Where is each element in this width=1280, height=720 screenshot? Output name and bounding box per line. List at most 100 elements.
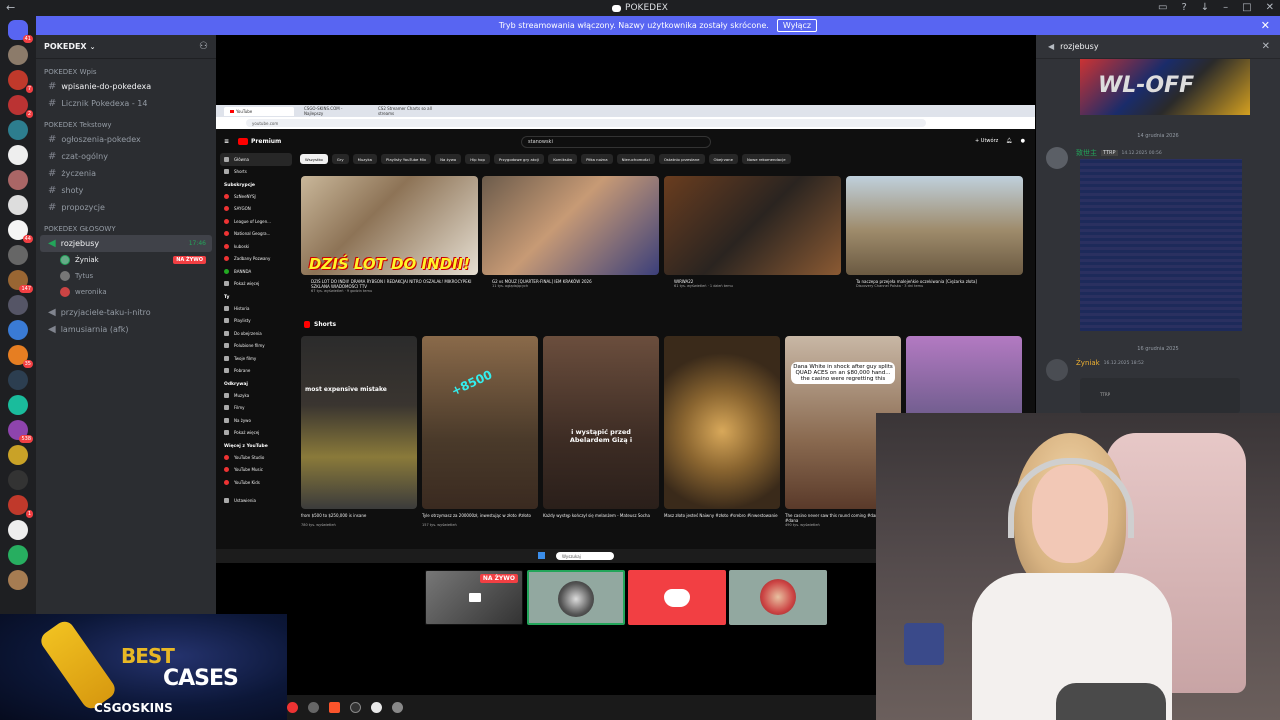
invite-people-icon[interactable]: ⚇: [199, 41, 208, 52]
avatar[interactable]: ●: [1021, 138, 1025, 144]
direct-messages-icon[interactable]: 41: [8, 20, 33, 43]
server-icon[interactable]: [8, 520, 28, 540]
sidebar-item-home[interactable]: Główna: [220, 153, 292, 166]
server-icon[interactable]: [8, 295, 28, 315]
short-card[interactable]: most expensive mistake from $500 to $250…: [301, 336, 417, 527]
server-icon[interactable]: [8, 395, 28, 415]
server-icon[interactable]: 538: [8, 420, 33, 443]
server-icon[interactable]: [8, 170, 28, 190]
sidebar-item-your-videos[interactable]: Twoje filmy: [216, 352, 296, 365]
chip[interactable]: Muzyka: [352, 154, 377, 164]
sidebar-item-liked[interactable]: Polubione filmy: [216, 340, 296, 353]
server-icon[interactable]: 7: [8, 70, 33, 93]
sidebar-sub[interactable]: League of Legen...: [216, 215, 296, 228]
video-title[interactable]: DZIŚ LOT DO INDII! DRAMA RYBSON I REDAKC…: [301, 279, 478, 289]
taskbar-app-icon[interactable]: [350, 702, 361, 713]
channel-zyczenia[interactable]: # życzenia: [40, 165, 212, 182]
chat-image-wl-off[interactable]: WL-OFF: [1080, 59, 1250, 115]
sidebar-sub[interactable]: BANNDA: [216, 265, 296, 278]
server-icon[interactable]: [8, 120, 28, 140]
windows-start-icon[interactable]: [538, 552, 545, 559]
chip[interactable]: Obejrzane: [708, 154, 738, 164]
chip[interactable]: Ostatnio przesłane: [658, 154, 705, 164]
sidebar-item-settings[interactable]: Ustawienia: [216, 495, 296, 508]
taskbar-app-icon[interactable]: [287, 702, 298, 713]
server-icon[interactable]: [8, 470, 28, 490]
chip[interactable]: Komiksów: [548, 154, 578, 164]
chip[interactable]: Nowe rekomendacje: [741, 154, 791, 164]
video-thumbnail[interactable]: [482, 176, 659, 275]
channel-wpisanie-do-pokedexa[interactable]: # wpisanie-do-pokedexa: [40, 78, 212, 95]
message-image-grid[interactable]: [1080, 159, 1242, 331]
channel-ogloszenia[interactable]: # ogłoszenia-pokedex: [40, 131, 212, 148]
short-title[interactable]: from $500 to $250,000 is insane: [301, 513, 417, 523]
video-thumbnail[interactable]: [846, 176, 1023, 275]
maximize-icon[interactable]: □: [1242, 2, 1251, 13]
author-name[interactable]: 致世主: [1076, 148, 1097, 158]
chip[interactable]: Gry: [331, 154, 349, 164]
server-icon[interactable]: 35: [8, 345, 33, 368]
category-pokedex-glosowy[interactable]: POKEDEX GŁOSOWY: [36, 216, 216, 235]
participant-tile-discord[interactable]: [628, 570, 726, 625]
server-icon[interactable]: [8, 245, 28, 265]
bell-icon[interactable]: 🔔︎: [1006, 138, 1012, 144]
short-title[interactable]: Masz złoto jesteś Naiwny #złoto #srebro …: [664, 513, 780, 523]
inbox-icon[interactable]: ▭: [1158, 2, 1167, 13]
channel-propozycje[interactable]: # propozycje: [40, 199, 212, 216]
brave-icon[interactable]: [329, 702, 340, 713]
sidebar-you-header[interactable]: Ty: [216, 290, 296, 302]
server-icon[interactable]: 2: [8, 95, 33, 118]
short-title[interactable]: Tyle otrzymasz za 200000zł, inwestując w…: [422, 513, 538, 523]
url-input[interactable]: youtube.com: [246, 119, 926, 127]
sidebar-item-downloads[interactable]: Pobrane: [216, 365, 296, 378]
server-icon[interactable]: 1: [8, 495, 33, 518]
taskbar-app-icon[interactable]: [308, 702, 319, 713]
chip[interactable]: Nieruchomości: [616, 154, 655, 164]
browser-tab-youtube[interactable]: YouTube: [224, 106, 294, 116]
chip[interactable]: Wszystko: [300, 154, 328, 164]
taskbar-app-icon[interactable]: [371, 702, 382, 713]
server-icon[interactable]: 44: [8, 220, 33, 243]
voice-channel-rozjebusy[interactable]: ◀ rozjebusy 17:46: [40, 235, 212, 252]
sidebar-sub[interactable]: kuboski: [216, 240, 296, 253]
server-icon[interactable]: [8, 445, 28, 465]
sidebar-sub[interactable]: SzNeeNYSJ: [216, 190, 296, 203]
short-thumbnail[interactable]: +8500: [422, 336, 538, 509]
hamburger-icon[interactable]: ≡: [224, 138, 229, 145]
participant-tile-weronika[interactable]: [729, 570, 827, 625]
sidebar-item-watch-later[interactable]: Do obejrzenia: [216, 327, 296, 340]
short-thumbnail[interactable]: [664, 336, 780, 509]
short-card[interactable]: i wystąpić przed Abelardem Gizą i Każdy …: [543, 336, 659, 523]
voice-channel-przyjaciele[interactable]: ◀ przyjaciele-taku-i-nitro: [40, 304, 212, 321]
channel-shoty[interactable]: # shoty: [40, 182, 212, 199]
server-icon[interactable]: 147: [8, 270, 33, 293]
short-card[interactable]: Masz złoto jesteś Naiwny #złoto #srebro …: [664, 336, 780, 523]
voice-user-weronika[interactable]: weronika: [36, 284, 216, 300]
voice-channel-lamusiarnia[interactable]: ◀ lamusiarnia (afk): [40, 321, 212, 338]
video-thumbnail[interactable]: DZIŚ LOT DO INDII!: [301, 176, 478, 275]
author-name[interactable]: Żyniak: [1076, 359, 1100, 367]
short-card[interactable]: +8500 Tyle otrzymasz za 200000zł, inwest…: [422, 336, 538, 527]
sidebar-show-more[interactable]: Pokaż więcej: [216, 427, 296, 440]
taskbar-search-input[interactable]: Wyszukaj: [556, 552, 614, 560]
server-icon[interactable]: [8, 195, 28, 215]
chip[interactable]: Playlisty YouTube Mix: [380, 154, 432, 164]
message-embed-card[interactable]: TTRP: [1080, 378, 1240, 413]
sidebar-item-kids[interactable]: YouTube Kids: [216, 476, 296, 489]
video-thumbnail[interactable]: [664, 176, 841, 275]
short-thumbnail[interactable]: most expensive mistake: [301, 336, 417, 509]
sidebar-item-playlists[interactable]: Playlisty: [216, 315, 296, 328]
sidebar-sub[interactable]: SAYGON: [216, 203, 296, 216]
disable-streamer-mode-button[interactable]: Wyłącz: [776, 19, 818, 32]
voice-user-zyniak[interactable]: Żyniak NA ŻYWO: [36, 252, 216, 268]
server-icon[interactable]: [8, 320, 28, 340]
back-arrow-icon[interactable]: ←: [6, 1, 15, 14]
youtube-logo[interactable]: ≡ Premium: [224, 138, 281, 145]
sidebar-item-shorts[interactable]: Shorts: [216, 166, 296, 179]
chip[interactable]: Na żywo: [435, 154, 462, 164]
server-icon[interactable]: [8, 45, 28, 65]
sidebar-sub[interactable]: Zadbany Pozwany: [216, 253, 296, 266]
youtube-search-input[interactable]: stanowski: [521, 136, 711, 148]
browser-tab-streamer-charts[interactable]: CS2 Streamer Charts so all streams: [372, 106, 442, 116]
server-icon[interactable]: [8, 370, 28, 390]
